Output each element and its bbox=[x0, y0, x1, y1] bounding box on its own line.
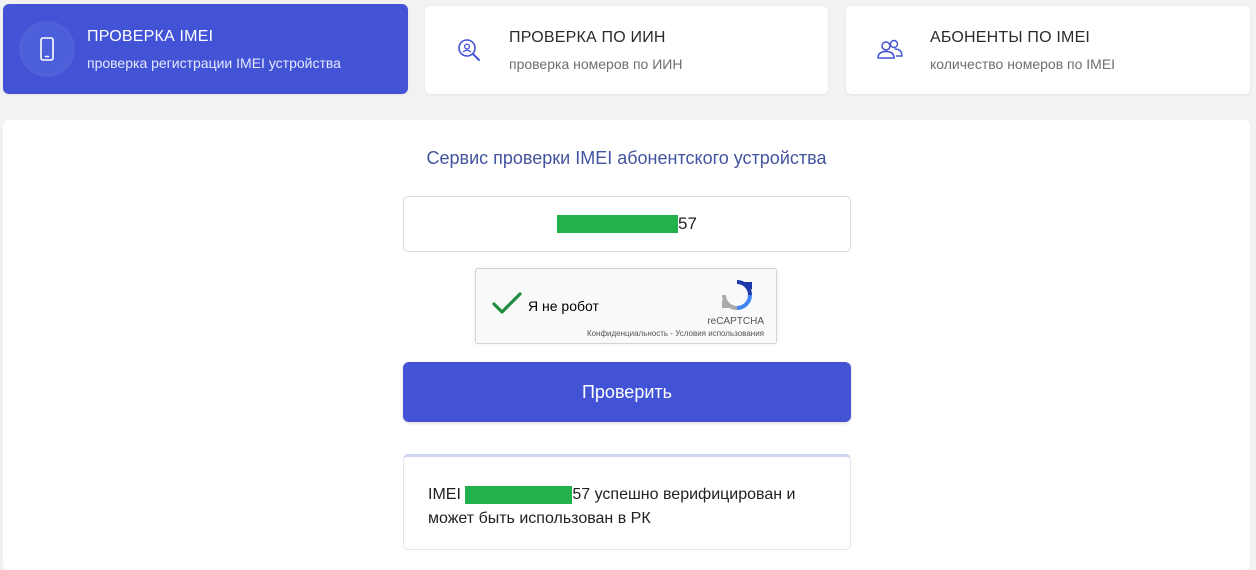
tab-subtitle: проверка регистрации IMEI устройства bbox=[87, 54, 341, 71]
imei-input[interactable]: 57 bbox=[403, 196, 851, 252]
recaptcha-brand: reCAPTCHA bbox=[707, 316, 764, 327]
tab-subtitle: количество номеров по IMEI bbox=[930, 55, 1116, 72]
result-prefix: IMEI bbox=[428, 486, 466, 503]
users-icon bbox=[866, 26, 914, 74]
redacted-imei-mask bbox=[465, 485, 573, 504]
recaptcha-checkbox[interactable] bbox=[492, 291, 522, 320]
checkmark-icon bbox=[492, 292, 522, 314]
tab-title: ПРОВЕРКА IMEI bbox=[87, 27, 214, 45]
tab-title: АБОНЕНТЫ ПО IMEI bbox=[930, 28, 1091, 46]
tab-subtitle: проверка номеров по ИИН bbox=[509, 55, 683, 72]
smartphone-icon bbox=[23, 25, 71, 73]
check-button[interactable]: Проверить bbox=[403, 362, 851, 422]
tab-subscribers-by-imei[interactable]: АБОНЕНТЫ ПО IMEI количество номеров по I… bbox=[846, 6, 1250, 94]
tab-imei-check[interactable]: ПРОВЕРКА IMEI проверка регистрации IMEI … bbox=[3, 4, 408, 94]
result-message: IMEI 57 успешно верифицирован и может бы… bbox=[403, 454, 851, 550]
recaptcha-logo-icon bbox=[721, 279, 753, 316]
recaptcha-widget: Я не робот reCAPTCHA Конфиденциальность … bbox=[475, 268, 777, 344]
imei-suffix: 57 bbox=[678, 214, 697, 233]
recaptcha-label: Я не робот bbox=[528, 298, 599, 314]
redacted-imei-mask bbox=[557, 215, 679, 233]
user-search-icon bbox=[445, 26, 493, 74]
page-title: Сервис проверки IMEI абонентского устрой… bbox=[426, 148, 827, 168]
tab-iin-check[interactable]: ПРОВЕРКА ПО ИИН проверка номеров по ИИН bbox=[425, 6, 828, 94]
recaptcha-privacy-terms-links[interactable]: Конфиденциальность - Условия использован… bbox=[587, 329, 764, 338]
tab-title: ПРОВЕРКА ПО ИИН bbox=[509, 28, 666, 46]
